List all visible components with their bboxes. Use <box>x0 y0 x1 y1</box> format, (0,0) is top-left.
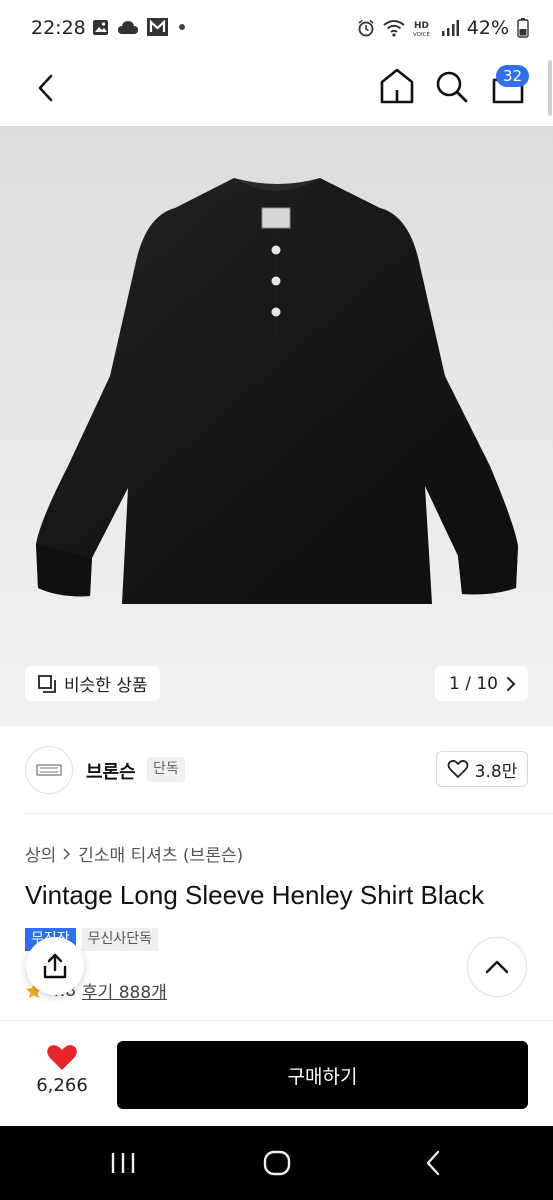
brand-logo-icon <box>36 764 62 776</box>
scroll-to-top-button[interactable] <box>467 937 527 997</box>
brand-row: 브론슨 단독 3.8만 <box>0 726 553 816</box>
status-bar: 22:28 HD VOICE 42% <box>0 0 553 58</box>
henley-shirt-image <box>36 178 518 604</box>
similar-products-label: 비슷한 상품 <box>64 676 148 696</box>
search-icon <box>436 71 468 103</box>
chevron-up-icon <box>485 960 509 974</box>
brand-like-button[interactable]: 3.8만 <box>436 751 528 787</box>
buy-button[interactable]: 구매하기 <box>117 1041 528 1109</box>
system-nav-bar <box>0 1126 553 1200</box>
review-count-link[interactable]: 후기 888개 <box>82 978 167 1003</box>
wishlist-button[interactable]: 6,266 <box>22 1043 102 1096</box>
scroll-indicator <box>548 60 552 116</box>
image-counter[interactable]: 1 / 10 <box>435 666 528 701</box>
brand-name[interactable]: 브론슨 <box>86 758 136 784</box>
heart-outline-icon <box>447 759 469 778</box>
product-image[interactable] <box>0 126 553 726</box>
brand-logo[interactable] <box>25 746 73 794</box>
brand-like-count: 3.8만 <box>474 761 518 782</box>
share-icon <box>43 953 67 979</box>
breadcrumb-item-subcategory[interactable]: 긴소매 티셔츠 (브론슨) <box>78 841 243 866</box>
tag-musinsa-exclusive: 무신사단독 <box>81 928 159 951</box>
status-left-icons <box>92 18 188 36</box>
battery-icon <box>517 18 529 38</box>
brand-tag: 단독 <box>147 757 185 782</box>
signal-icon <box>441 20 459 36</box>
chevron-right-icon <box>507 676 516 691</box>
breadcrumb: 상의 긴소매 티셔츠 (브론슨) <box>25 841 243 866</box>
back-nav-icon[interactable] <box>420 1148 446 1178</box>
alarm-icon <box>358 19 374 37</box>
status-time: 22:28 <box>31 17 86 39</box>
cart-count-badge: 32 <box>496 65 530 87</box>
similar-products-button[interactable]: 비슷한 상품 <box>25 666 160 701</box>
chevron-right-icon <box>63 847 71 860</box>
recent-apps-icon[interactable] <box>108 1150 138 1176</box>
back-button[interactable] <box>28 68 64 108</box>
cloud-icon <box>118 20 138 34</box>
wishlist-count: 6,266 <box>36 1075 88 1096</box>
svg-text:VOICE: VOICE <box>413 32 430 37</box>
breadcrumb-item-category[interactable]: 상의 <box>25 841 56 866</box>
home-button[interactable] <box>378 66 416 106</box>
divider <box>25 813 553 814</box>
app-header <box>0 58 553 126</box>
image-icon <box>93 19 108 35</box>
status-right: HD VOICE 42% <box>357 17 529 39</box>
chevron-left-icon <box>38 74 53 102</box>
svg-text:HD: HD <box>414 21 429 31</box>
share-button[interactable] <box>26 937 84 995</box>
search-button[interactable] <box>433 66 471 106</box>
battery-percent: 42% <box>466 17 509 39</box>
image-counter-text: 1 / 10 <box>449 673 498 694</box>
copy-icon <box>38 674 56 693</box>
heart-filled-icon <box>47 1045 77 1070</box>
product-title: Vintage Long Sleeve Henley Shirt Black <box>25 880 485 910</box>
gmail-icon <box>147 18 168 36</box>
bottom-purchase-bar: 6,266 구매하기 <box>0 1020 553 1126</box>
home-nav-icon[interactable] <box>262 1148 292 1178</box>
home-icon <box>380 68 414 104</box>
hd-voice-icon: HDVOICE <box>413 21 430 37</box>
dot-icon <box>179 24 185 30</box>
wifi-icon <box>383 20 405 37</box>
